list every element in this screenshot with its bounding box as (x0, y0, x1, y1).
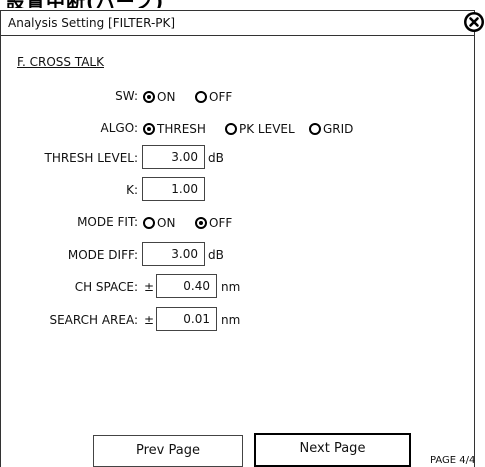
radio-selected-icon (143, 90, 155, 103)
search-area-input[interactable]: 0.01 (156, 307, 217, 331)
mode-fit-option-on-label: ON (157, 215, 176, 230)
mode-diff-unit: dB (208, 248, 224, 262)
mode-diff-input[interactable]: 3.00 (142, 242, 205, 266)
ch-space-label: CH SPACE: (74, 280, 138, 294)
thresh-level-unit: dB (208, 151, 224, 165)
sw-option-off[interactable]: OFF (195, 89, 232, 104)
clipped-header-fragment: 設置中断(ハーフ) (0, 0, 485, 8)
algo-option-pk-level-label: PK LEVEL (239, 121, 295, 136)
title-bar: Analysis Setting [FILTER-PK] (0, 10, 475, 36)
mode-fit-option-on[interactable]: ON (143, 215, 175, 230)
radio-unselected-icon (309, 122, 321, 135)
radio-selected-icon (195, 216, 207, 229)
algo-option-grid-label: GRID (323, 121, 354, 136)
sw-option-off-label: OFF (209, 89, 233, 104)
ch-space-unit: nm (221, 280, 241, 294)
search-area-plusminus: ± (144, 313, 155, 327)
window-title: Analysis Setting [FILTER-PK] (8, 16, 176, 30)
ch-space-input[interactable]: 0.40 (156, 274, 217, 298)
mode-fit-option-off[interactable]: OFF (195, 215, 232, 230)
sw-label: SW: (115, 89, 138, 103)
thresh-level-input[interactable]: 3.00 (142, 145, 205, 169)
algo-option-grid[interactable]: GRID (309, 121, 353, 136)
radio-unselected-icon (225, 122, 237, 135)
k-label: K: (126, 183, 138, 197)
page-indicator: PAGE 4/4 (430, 455, 476, 466)
radio-unselected-icon (143, 216, 155, 229)
sw-option-on-label: ON (157, 89, 176, 104)
prev-page-button[interactable]: Prev Page (93, 435, 243, 467)
mode-fit-option-off-label: OFF (209, 215, 233, 230)
next-page-button[interactable]: Next Page (254, 433, 411, 467)
algo-option-pk-level[interactable]: PK LEVEL (225, 121, 295, 136)
algo-option-thresh-label: THRESH (157, 121, 206, 136)
algo-option-thresh[interactable]: THRESH (143, 121, 206, 136)
search-area-unit: nm (221, 313, 241, 327)
header-fragment-text: 設置中断(ハーフ) (6, 0, 164, 8)
sw-option-on[interactable]: ON (143, 89, 175, 104)
close-icon[interactable] (463, 11, 485, 33)
radio-unselected-icon (195, 90, 207, 103)
mode-fit-label: MODE FIT: (77, 215, 138, 229)
k-input[interactable]: 1.00 (142, 177, 205, 201)
search-area-label: SEARCH AREA: (49, 313, 138, 327)
ch-space-plusminus: ± (144, 280, 155, 294)
section-title: F. CROSS TALK (17, 55, 104, 69)
thresh-level-label: THRESH LEVEL: (44, 151, 138, 165)
algo-label: ALGO: (100, 121, 138, 135)
radio-selected-icon (143, 122, 155, 135)
mode-diff-label: MODE DIFF: (67, 248, 138, 262)
